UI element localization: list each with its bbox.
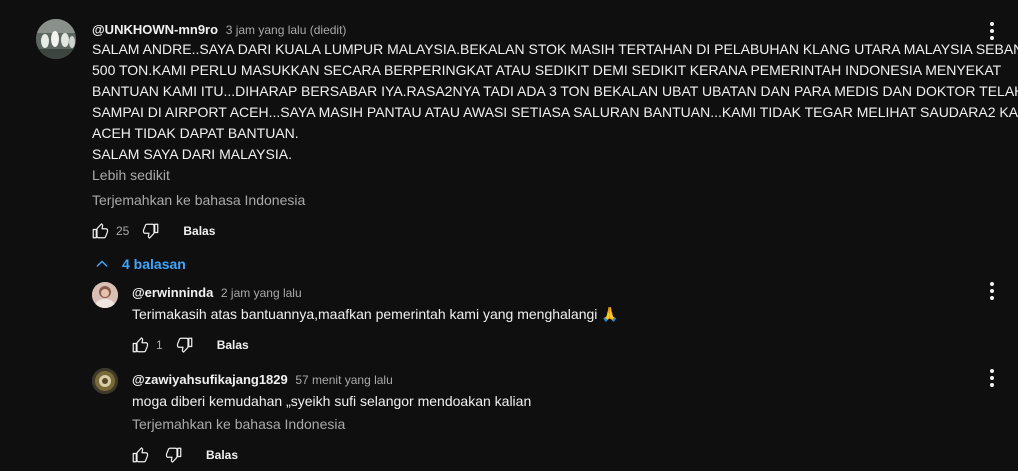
replies-count-label: 4 balasan	[122, 256, 186, 272]
comment-line: 500 TON.KAMI PERLU MASUKKAN SECARA BERPE…	[92, 62, 1002, 78]
comment-text: moga diberi kemudahan „syeikh sufi selan…	[132, 391, 531, 412]
show-less-button[interactable]: Lebih sedikit	[92, 167, 170, 183]
timestamp[interactable]: 2 jam yang lalu	[221, 286, 302, 300]
thumb-down-icon	[143, 223, 159, 239]
thumb-down-icon	[176, 337, 193, 353]
author-name[interactable]: @zawiyahsufikajang1829	[132, 372, 288, 387]
comment-line: Terimakasih atas bantuannya,maafkan peme…	[132, 306, 619, 322]
comment-actions: 1 Balas	[128, 333, 249, 357]
more-vertical-icon	[990, 369, 994, 387]
comment-header: @zawiyahsufikajang1829 57 menit yang lal…	[132, 372, 393, 387]
avatar[interactable]	[92, 368, 118, 394]
author-name[interactable]: @UNKHOWN-mn9ro	[92, 22, 218, 37]
avatar[interactable]	[36, 19, 76, 59]
comment-header: @UNKHOWN-mn9ro 3 jam yang lalu (diedit)	[92, 22, 346, 37]
timestamp[interactable]: 57 menit yang lalu	[295, 373, 392, 387]
more-vertical-icon	[990, 22, 994, 40]
dislike-button[interactable]	[162, 443, 186, 467]
translate-button[interactable]: Terjemahkan ke bahasa Indonesia	[92, 192, 305, 208]
comment-line: SAMPAI DI AIRPORT ACEH...SAYA MASIH PANT…	[92, 104, 1018, 120]
reply-button[interactable]: Balas	[206, 448, 238, 462]
chevron-up-icon	[96, 260, 108, 267]
like-button[interactable]	[88, 219, 112, 243]
author-name[interactable]: @erwinninda	[132, 285, 213, 300]
reply-button[interactable]: Balas	[183, 224, 215, 238]
thumb-up-icon	[92, 223, 109, 239]
avatar[interactable]	[92, 282, 118, 308]
comment-text: Terimakasih atas bantuannya,maafkan peme…	[132, 304, 619, 325]
translate-button[interactable]: Terjemahkan ke bahasa Indonesia	[132, 416, 345, 432]
like-button[interactable]	[128, 443, 152, 467]
like-button[interactable]	[128, 333, 152, 357]
comment-line: SALAM SAYA DARI MALAYSIA.	[92, 146, 292, 162]
replies-toggle-button[interactable]: 4 balasan	[94, 256, 186, 272]
like-count: 1	[156, 338, 163, 352]
comment-line: SALAM ANDRE..SAYA DARI KUALA LUMPUR MALA…	[92, 41, 1018, 57]
comment-actions: 25 Balas	[88, 219, 215, 243]
thumb-up-icon	[132, 447, 149, 463]
avatar-image-icon	[92, 282, 118, 308]
comment-line: BANTUAN KAMI ITU...DIHARAP BERSABAR IYA.…	[92, 83, 1018, 99]
thumb-down-icon	[165, 447, 182, 463]
dislike-button[interactable]	[173, 333, 197, 357]
like-count: 25	[116, 224, 130, 238]
comment-header: @erwinninda 2 jam yang lalu	[132, 285, 302, 300]
avatar-image-icon	[92, 368, 118, 394]
thumb-up-icon	[132, 337, 149, 353]
dislike-button[interactable]	[139, 219, 163, 243]
avatar-image-icon	[36, 19, 76, 59]
more-actions-button[interactable]	[980, 366, 1004, 390]
comment-line: moga diberi kemudahan „syeikh sufi selan…	[132, 393, 532, 409]
comment-text: SALAM ANDRE..SAYA DARI KUALA LUMPUR MALA…	[92, 39, 1018, 165]
timestamp[interactable]: 3 jam yang lalu (diedit)	[226, 23, 347, 37]
comment-actions: Balas	[128, 443, 238, 467]
reply-button[interactable]: Balas	[217, 338, 249, 352]
more-actions-button[interactable]	[980, 279, 1004, 303]
comment-line: ACEH TIDAK DAPAT BANTUAN.	[92, 125, 299, 141]
more-vertical-icon	[990, 282, 994, 300]
